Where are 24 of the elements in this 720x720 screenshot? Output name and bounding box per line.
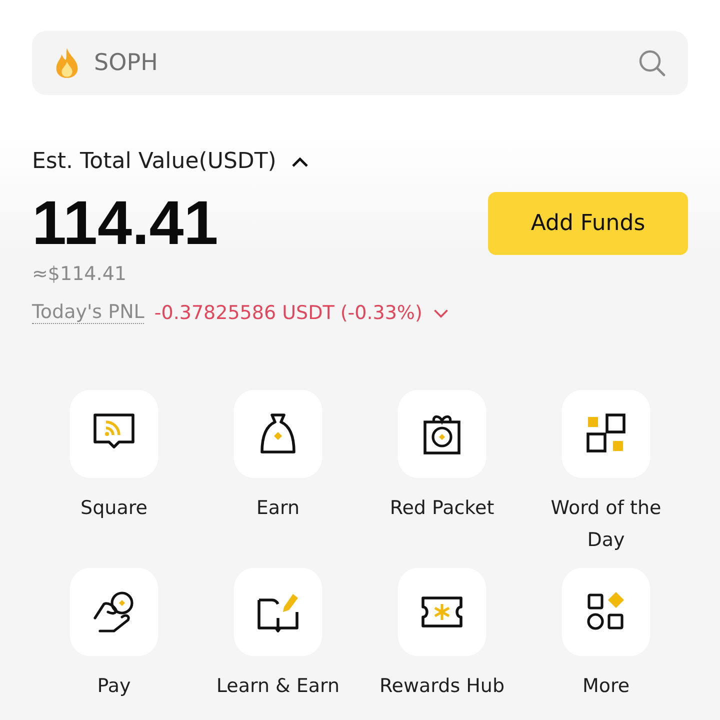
shortcut-label: Earn (256, 496, 300, 521)
shortcut-button[interactable] (398, 568, 486, 656)
shortcut-button[interactable] (70, 390, 158, 478)
fiat-value: ≈$114.41 (32, 263, 128, 285)
total-value-label: Est. Total Value(USDT) (32, 149, 276, 174)
shortcut-label: Learn & Earn (216, 674, 340, 699)
search-icon[interactable] (638, 49, 666, 77)
add-funds-button[interactable]: Add Funds (488, 192, 688, 255)
search-field[interactable]: SOPH (32, 31, 688, 95)
shortcut-button[interactable] (562, 390, 650, 478)
shortcut-label: Rewards Hub (379, 674, 505, 699)
shortcut-button[interactable] (234, 568, 322, 656)
shortcut-button[interactable] (70, 568, 158, 656)
shortcut-label: Word of the Day (550, 496, 662, 553)
shortcut-label: Pay (97, 674, 131, 699)
shortcut-button[interactable] (562, 568, 650, 656)
shortcut-label: Square (80, 496, 148, 521)
hand-coin-icon (92, 590, 136, 634)
balance-amount: 114.41 (32, 188, 218, 259)
pnl-value: -0.37825586 USDT (-0.33%) (154, 302, 422, 324)
shortcut-label: More (582, 674, 630, 699)
shortcut-button[interactable] (398, 390, 486, 478)
shortcut-button[interactable] (234, 390, 322, 478)
shortcut-label: Red Packet (390, 496, 494, 521)
